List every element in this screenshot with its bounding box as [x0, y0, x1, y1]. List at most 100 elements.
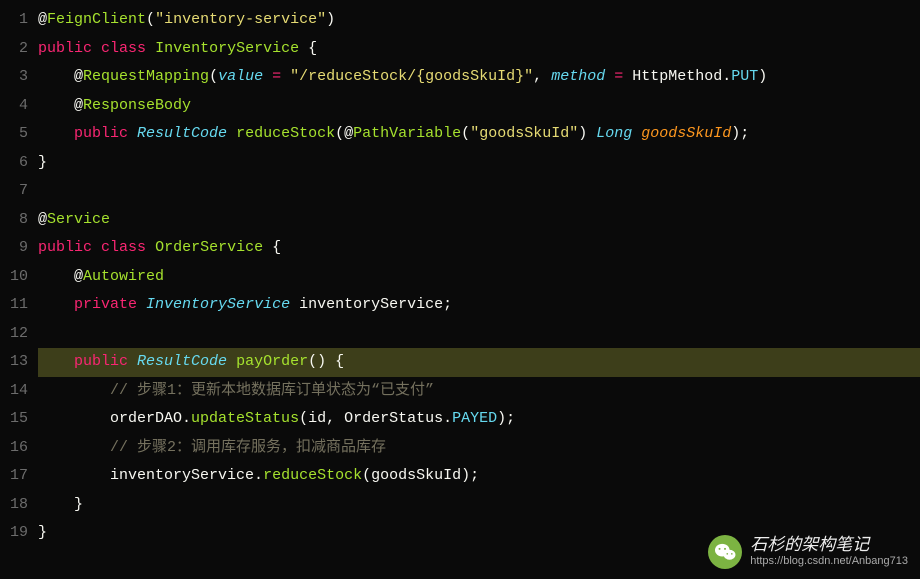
token-fn: RequestMapping [83, 68, 209, 85]
token-fn: FeignClient [47, 11, 146, 28]
token-var: goodsSkuId [641, 125, 731, 142]
line-number: 19 [0, 519, 28, 548]
code-area: @FeignClient("inventory-service")public … [38, 6, 920, 579]
token-type: value [218, 68, 272, 85]
token-kw: public [38, 239, 92, 256]
token-punc: @ [74, 68, 83, 85]
token-punc: @ [38, 11, 47, 28]
token-id: inventoryService [110, 467, 254, 484]
code-line: public class OrderService { [38, 234, 920, 263]
code-line: @Autowired [38, 263, 920, 292]
line-number: 4 [0, 92, 28, 121]
token-punc: @ [344, 125, 353, 142]
line-number: 18 [0, 491, 28, 520]
line-number: 7 [0, 177, 28, 206]
token-kw: public [38, 40, 92, 57]
token-const: PUT [731, 68, 758, 85]
token-type: ResultCode [137, 125, 227, 142]
token-punc: } [38, 524, 47, 541]
token-type: Long [596, 125, 632, 142]
token-fn: reduceStock [263, 467, 362, 484]
code-line: public ResultCode payOrder() { [38, 348, 920, 377]
token-str: "goodsSkuId" [470, 125, 578, 142]
token-punc [92, 239, 101, 256]
code-line: @ResponseBody [38, 92, 920, 121]
token-fn: PathVariable [353, 125, 461, 142]
token-punc: (id, [299, 410, 344, 427]
token-punc: ) [758, 68, 767, 85]
token-kw: class [101, 239, 146, 256]
token-fn: Service [47, 211, 110, 228]
code-line: public class InventoryService { [38, 35, 920, 64]
token-id: OrderStatus [344, 410, 443, 427]
token-punc [632, 125, 641, 142]
token-fn: Autowired [83, 268, 164, 285]
token-kw: public [74, 125, 128, 142]
code-line: @RequestMapping(value = "/reduceStock/{g… [38, 63, 920, 92]
token-op: = [272, 68, 281, 85]
token-punc: . [182, 410, 191, 427]
code-line: private InventoryService inventoryServic… [38, 291, 920, 320]
token-punc: } [38, 154, 47, 171]
token-punc: @ [38, 211, 47, 228]
code-line: inventoryService.reduceStock(goodsSkuId)… [38, 462, 920, 491]
token-punc: { [263, 239, 281, 256]
line-number: 17 [0, 462, 28, 491]
line-number: 3 [0, 63, 28, 92]
token-punc [128, 125, 137, 142]
token-punc [137, 296, 146, 313]
line-number: 6 [0, 149, 28, 178]
line-number: 16 [0, 434, 28, 463]
token-fn: updateStatus [191, 410, 299, 427]
token-str: "inventory-service" [155, 11, 326, 28]
token-str: "/reduceStock/{goodsSkuId}" [290, 68, 533, 85]
token-fn: OrderService [155, 239, 263, 256]
line-number: 9 [0, 234, 28, 263]
token-punc: { [299, 40, 317, 57]
token-punc: ); [731, 125, 749, 142]
watermark-title: 石杉的架构笔记 [750, 536, 908, 555]
line-number: 11 [0, 291, 28, 320]
token-const: PAYED [452, 410, 497, 427]
code-line: @Service [38, 206, 920, 235]
code-line: @FeignClient("inventory-service") [38, 6, 920, 35]
token-punc: @ [74, 97, 83, 114]
token-punc: () { [308, 353, 344, 370]
code-line: orderDAO.updateStatus(id, OrderStatus.PA… [38, 405, 920, 434]
token-punc: ( [209, 68, 218, 85]
line-number: 10 [0, 263, 28, 292]
token-kw: class [101, 40, 146, 57]
line-number: 1 [0, 6, 28, 35]
watermark-text: 石杉的架构笔记 https://blog.csdn.net/Anbang713 [750, 536, 908, 568]
token-kw: private [74, 296, 137, 313]
watermark-url: https://blog.csdn.net/Anbang713 [750, 555, 908, 568]
token-punc: @ [74, 268, 83, 285]
token-fn: InventoryService [155, 40, 299, 57]
token-type: InventoryService [146, 296, 290, 313]
line-number: 5 [0, 120, 28, 149]
code-editor: 12345678910111213141516171819 @FeignClie… [0, 0, 920, 579]
code-line: // 步骤1：更新本地数据库订单状态为“已支付” [38, 377, 920, 406]
code-line [38, 320, 920, 349]
line-number-gutter: 12345678910111213141516171819 [0, 6, 38, 579]
watermark: 石杉的架构笔记 https://blog.csdn.net/Anbang713 [708, 535, 908, 569]
token-fn: ResponseBody [83, 97, 191, 114]
token-punc: ( [335, 125, 344, 142]
token-punc: inventoryService; [290, 296, 452, 313]
line-number: 8 [0, 206, 28, 235]
line-number: 12 [0, 320, 28, 349]
token-punc: ); [497, 410, 515, 427]
line-number: 2 [0, 35, 28, 64]
token-punc: (goodsSkuId); [362, 467, 479, 484]
line-number: 13 [0, 348, 28, 377]
token-type: ResultCode [137, 353, 227, 370]
token-fn: reduceStock [236, 125, 335, 142]
token-id: HttpMethod [632, 68, 722, 85]
token-id: orderDAO [110, 410, 182, 427]
token-punc [227, 125, 236, 142]
token-punc [146, 239, 155, 256]
token-type: method [551, 68, 614, 85]
token-punc: . [443, 410, 452, 427]
token-fn: payOrder [236, 353, 308, 370]
token-punc: ( [146, 11, 155, 28]
